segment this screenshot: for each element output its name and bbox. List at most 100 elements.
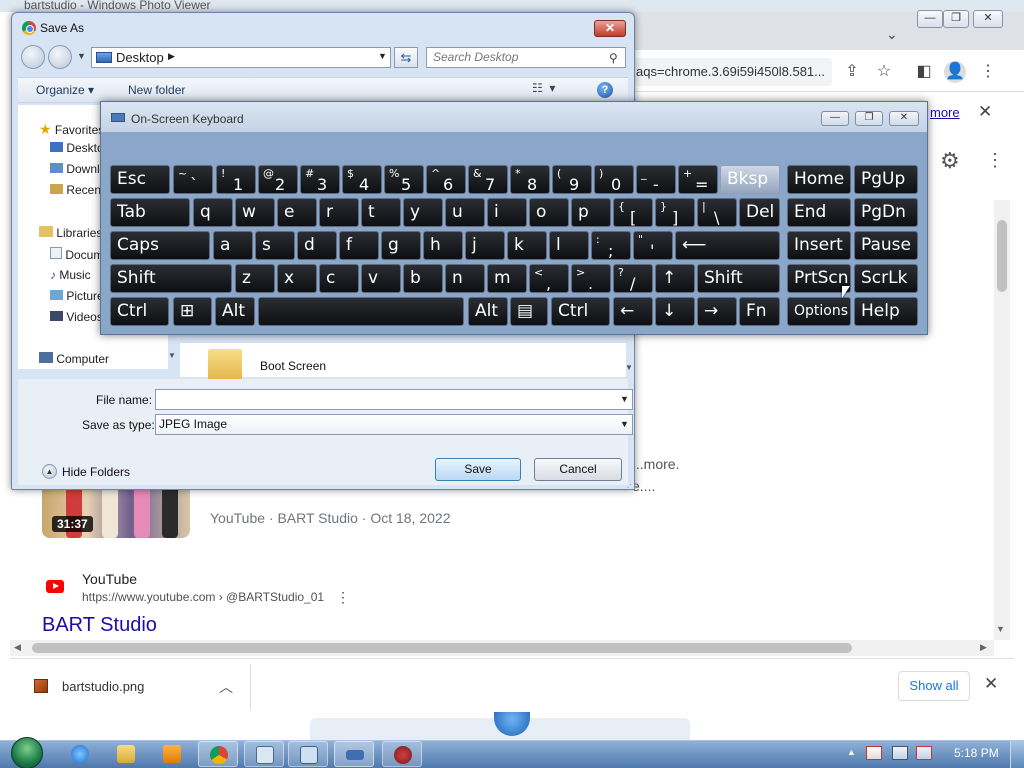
key-g[interactable]: g bbox=[381, 231, 421, 260]
result-options-icon[interactable]: ⋮ bbox=[336, 589, 350, 606]
key-y[interactable]: y bbox=[403, 198, 443, 227]
key-quote[interactable]: " ' bbox=[633, 231, 673, 260]
more-link[interactable]: more bbox=[930, 105, 960, 120]
key-5[interactable]: % 5 bbox=[384, 165, 424, 194]
save-type-select[interactable]: JPEG Image bbox=[155, 414, 633, 435]
refresh-icon[interactable]: ⇆ bbox=[394, 47, 418, 68]
key-slash[interactable]: ? / bbox=[613, 264, 653, 293]
key-tab[interactable]: Tab bbox=[110, 198, 190, 227]
key-options[interactable]: Options bbox=[787, 297, 851, 326]
key-c[interactable]: c bbox=[319, 264, 359, 293]
nav-pane-scroll-down-icon[interactable]: ▼ bbox=[168, 351, 180, 371]
key-b[interactable]: b bbox=[403, 264, 443, 293]
key-period[interactable]: >. bbox=[571, 264, 611, 293]
key-w[interactable]: w bbox=[235, 198, 275, 227]
taskbar-clock[interactable]: 5:18 PM bbox=[954, 746, 999, 760]
key-right-bracket[interactable]: }] bbox=[655, 198, 695, 227]
key-up-arrow[interactable]: ↑ bbox=[655, 264, 695, 293]
file-name-dropdown-icon[interactable]: ▼ bbox=[620, 394, 629, 404]
forward-arrow-icon[interactable] bbox=[48, 45, 72, 69]
key-7[interactable]: & 7 bbox=[468, 165, 508, 194]
maximize-button[interactable]: ❐ bbox=[943, 10, 969, 28]
show-all-button[interactable]: Show all bbox=[898, 671, 970, 701]
side-panel-icon[interactable]: ◧ bbox=[912, 60, 936, 84]
key-o[interactable]: o bbox=[529, 198, 569, 227]
taskbar-media-player[interactable] bbox=[152, 741, 192, 767]
key-tilde[interactable]: ~ ` bbox=[173, 165, 213, 194]
result-url[interactable]: https://www.youtube.com › @BARTStudio_01 bbox=[82, 590, 324, 604]
taskbar-snipping-tool[interactable] bbox=[382, 741, 422, 767]
taskbar-on-screen-keyboard[interactable] bbox=[334, 741, 374, 767]
result-snippet-more[interactable]: ...more. bbox=[632, 456, 679, 472]
back-arrow-icon[interactable] bbox=[21, 45, 45, 69]
key-comma[interactable]: <, bbox=[529, 264, 569, 293]
key-alt-right[interactable]: Alt bbox=[468, 297, 508, 326]
key-fn[interactable]: Fn bbox=[739, 297, 780, 326]
key-equals[interactable]: + = bbox=[678, 165, 718, 194]
key-l[interactable]: l bbox=[549, 231, 589, 260]
address-bar[interactable]: aqs=chrome.3.69i59i450l8.581... bbox=[632, 58, 832, 86]
key-j[interactable]: j bbox=[465, 231, 505, 260]
key-6[interactable]: ^ 6 bbox=[426, 165, 466, 194]
search-icon[interactable]: ⚲ bbox=[609, 51, 618, 65]
key-backspace[interactable]: Bksp bbox=[720, 165, 780, 194]
settings-gear-icon[interactable]: ⚙ bbox=[940, 148, 960, 174]
close-icon[interactable]: ✕ bbox=[978, 102, 992, 122]
recent-locations-chevron-icon[interactable]: ▼ bbox=[77, 51, 86, 61]
scroll-right-arrow-icon[interactable]: ▶ bbox=[980, 642, 987, 653]
more-options-icon[interactable]: ⋮ bbox=[986, 150, 1004, 171]
key-3[interactable]: #3 bbox=[300, 165, 340, 194]
nav-favorites[interactable]: ★ Favorites bbox=[39, 121, 104, 138]
key-m[interactable]: m bbox=[487, 264, 527, 293]
key-f[interactable]: f bbox=[339, 231, 379, 260]
key-menu[interactable]: ▤ bbox=[510, 297, 548, 326]
key-backslash[interactable]: | \ bbox=[697, 198, 737, 227]
scroll-left-arrow-icon[interactable]: ◀ bbox=[14, 642, 21, 653]
taskbar-app-window[interactable] bbox=[244, 741, 284, 767]
key-down-arrow[interactable]: ↓ bbox=[655, 297, 695, 326]
show-desktop-button[interactable] bbox=[1010, 741, 1024, 768]
key-i[interactable]: i bbox=[487, 198, 527, 227]
key-0[interactable]: ) 0 bbox=[594, 165, 634, 194]
key-left-arrow[interactable]: ← bbox=[613, 297, 653, 326]
key-del[interactable]: Del bbox=[739, 198, 780, 227]
location-breadcrumb[interactable]: Desktop bbox=[91, 47, 391, 68]
key-u[interactable]: u bbox=[445, 198, 485, 227]
result-site-name[interactable]: YouTube bbox=[82, 571, 137, 587]
hide-folders-chevron-icon[interactable]: ▲ bbox=[42, 464, 57, 479]
close-button[interactable]: ✕ bbox=[973, 10, 1003, 28]
key-r[interactable]: r bbox=[319, 198, 359, 227]
chevron-up-icon[interactable]: ︿ bbox=[219, 677, 233, 697]
osk-minimize-button[interactable]: — bbox=[821, 111, 849, 126]
key-p[interactable]: p bbox=[571, 198, 611, 227]
nav-music[interactable]: ♪ Music bbox=[50, 268, 91, 282]
key-shift-right[interactable]: Shift bbox=[697, 264, 780, 293]
tab-search-chevron-icon[interactable]: ⌄ bbox=[886, 26, 898, 43]
minimize-button[interactable]: — bbox=[917, 10, 943, 28]
hide-folders-button[interactable]: Hide Folders bbox=[62, 465, 130, 479]
key-a[interactable]: a bbox=[213, 231, 253, 260]
key-4[interactable]: $4 bbox=[342, 165, 382, 194]
key-s[interactable]: s bbox=[255, 231, 295, 260]
key-enter[interactable]: ⟵ bbox=[675, 231, 780, 260]
key-pause[interactable]: Pause bbox=[854, 231, 918, 260]
horizontal-scroll-thumb[interactable] bbox=[32, 643, 852, 653]
key-shift-left[interactable]: Shift bbox=[110, 264, 232, 293]
key-space[interactable] bbox=[258, 297, 464, 326]
taskbar-chrome[interactable] bbox=[198, 741, 238, 767]
file-list-scroll-down-icon[interactable]: ▼ bbox=[625, 363, 633, 372]
key-e[interactable]: e bbox=[277, 198, 317, 227]
volume-muted-icon[interactable] bbox=[916, 746, 932, 760]
key-9[interactable]: (9 bbox=[552, 165, 592, 194]
close-download-shelf-icon[interactable]: ✕ bbox=[984, 674, 998, 694]
cancel-button[interactable]: Cancel bbox=[534, 458, 622, 481]
new-folder-button[interactable]: New folder bbox=[128, 83, 185, 97]
key-ctrl-right[interactable]: Ctrl bbox=[551, 297, 610, 326]
key-minus[interactable]: _ - bbox=[636, 165, 676, 194]
network-icon[interactable] bbox=[892, 746, 908, 760]
key-caps[interactable]: Caps bbox=[110, 231, 210, 260]
key-pgup[interactable]: PgUp bbox=[854, 165, 918, 194]
file-name-input[interactable] bbox=[155, 389, 633, 410]
key-windows[interactable]: ⊞ bbox=[173, 297, 212, 326]
profile-avatar-icon[interactable]: 👤 bbox=[944, 61, 966, 83]
